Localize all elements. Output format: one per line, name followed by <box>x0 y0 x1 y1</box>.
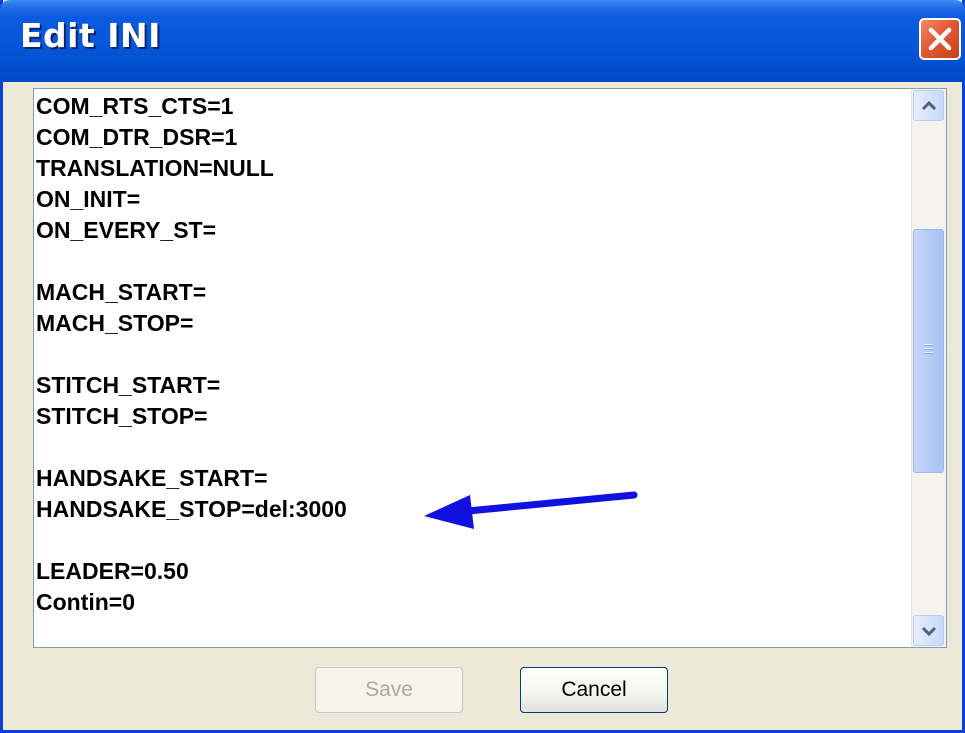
ini-line: ON_EVERY_ST= <box>36 217 217 243</box>
ini-text-area[interactable]: COM_RTS_CTS=1 COM_DTR_DSR=1 TRANSLATION=NU… <box>33 88 947 648</box>
ini-line <box>36 246 904 277</box>
ini-line: STITCH_START= <box>36 372 221 398</box>
save-button[interactable]: Save <box>315 667 463 713</box>
ini-line: MACH_STOP= <box>36 310 194 336</box>
ini-line: LEADER=0.50 <box>36 558 189 584</box>
ini-line: ON_INIT= <box>36 186 141 212</box>
grip-icon <box>924 344 933 354</box>
ini-line <box>36 432 904 463</box>
ini-line: MACH_START= <box>36 279 207 305</box>
scroll-down-button[interactable] <box>913 615 944 646</box>
window-title: Edit INI <box>20 16 161 55</box>
arrow-annotation-icon <box>424 491 638 529</box>
ini-line: STITCH_STOP= <box>36 403 208 429</box>
scrollbar-thumb[interactable] <box>913 229 944 473</box>
close-icon <box>928 27 952 51</box>
ini-line: Contin=0 <box>36 589 136 615</box>
ini-line <box>36 339 904 370</box>
title-bar[interactable]: Edit INI <box>0 0 965 82</box>
ini-line: COM_DTR_DSR=1 <box>36 124 238 150</box>
cancel-button[interactable]: Cancel <box>520 667 668 713</box>
vertical-scrollbar[interactable] <box>911 89 946 647</box>
close-button[interactable] <box>919 18 961 60</box>
chevron-up-icon <box>921 100 937 111</box>
ini-line: TRANSLATION=NULL <box>36 155 274 181</box>
chevron-down-icon <box>921 626 937 637</box>
scroll-up-button[interactable] <box>913 90 944 121</box>
ini-line: COM_RTS_CTS=1 <box>36 93 234 119</box>
